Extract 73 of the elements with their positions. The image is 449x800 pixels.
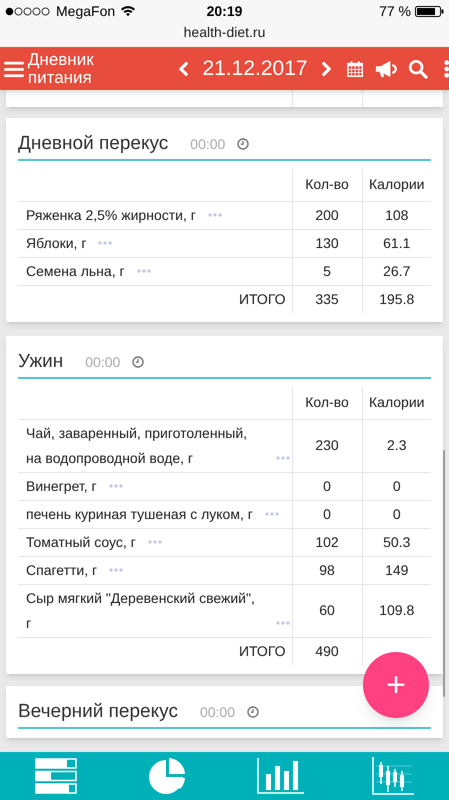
calendar-icon[interactable] bbox=[346, 60, 363, 78]
table-cell: 230 bbox=[292, 419, 362, 472]
table-cell: 195.8 bbox=[362, 285, 431, 313]
chevron-left-icon[interactable] bbox=[179, 60, 188, 76]
bar-list-icon[interactable] bbox=[35, 758, 78, 794]
more-icon[interactable] bbox=[276, 620, 290, 624]
table-cell: 130 bbox=[292, 229, 362, 257]
column-header: Кол-во bbox=[292, 387, 362, 419]
table-cell: 26.7 bbox=[362, 257, 431, 285]
meal-title: Ужин bbox=[18, 350, 64, 374]
signal-icon bbox=[5, 6, 51, 16]
chevron-right-icon[interactable] bbox=[322, 60, 331, 76]
battery-percent: 77 % bbox=[379, 2, 411, 20]
meal-time[interactable]: 00:00 bbox=[190, 134, 226, 154]
table-cell: 102 bbox=[292, 528, 362, 556]
table-cell: 0 bbox=[292, 500, 362, 528]
meal-title: Вечерний перекус bbox=[18, 700, 178, 724]
date-label[interactable]: 21.12.2017 bbox=[202, 52, 308, 84]
food-name: печень куриная тушеная с луком, г bbox=[26, 504, 253, 524]
more-icon[interactable] bbox=[136, 268, 151, 272]
column-header: Кол-во bbox=[292, 169, 362, 201]
meal-time[interactable]: 00:00 bbox=[200, 702, 235, 722]
table-cell: 490 bbox=[292, 637, 362, 665]
clock-icon[interactable] bbox=[237, 138, 250, 150]
column-header: Калории bbox=[362, 169, 431, 201]
more-icon[interactable] bbox=[148, 540, 162, 544]
meal-title: Дневной перекус bbox=[18, 132, 168, 156]
more-icon[interactable] bbox=[208, 212, 222, 216]
more-icon[interactable] bbox=[98, 240, 112, 244]
menu-icon[interactable] bbox=[4, 60, 24, 78]
table-cell: 200 bbox=[292, 201, 362, 229]
url-text[interactable]: health-diet.ru bbox=[184, 22, 266, 43]
table-cell: 98 bbox=[292, 556, 362, 584]
bar-chart-icon[interactable] bbox=[256, 758, 305, 794]
battery-icon bbox=[415, 6, 444, 16]
page-title: Дневник питания bbox=[28, 50, 95, 86]
megaphone-icon[interactable] bbox=[374, 58, 397, 78]
food-name: Яблоки, г bbox=[26, 234, 86, 252]
more-icon[interactable] bbox=[109, 568, 124, 572]
clock-icon[interactable] bbox=[247, 706, 259, 718]
meal-time[interactable]: 00:00 bbox=[85, 352, 120, 372]
total-label: ИТОГО bbox=[238, 290, 286, 307]
carrier-name: MegaFon bbox=[56, 2, 116, 21]
more-icon[interactable] bbox=[276, 456, 290, 460]
food-name: Семена льна, г bbox=[26, 262, 125, 280]
food-name: Ряженка 2,5% жирности, г bbox=[26, 206, 196, 225]
clock-icon[interactable] bbox=[132, 356, 144, 368]
table-cell: 149 bbox=[362, 556, 431, 584]
food-name: Сыр мягкий "Деревенский свежий", г bbox=[26, 588, 256, 632]
food-name: Спагетти, г bbox=[26, 560, 98, 580]
more-vertical-icon[interactable] bbox=[444, 58, 449, 78]
more-icon[interactable] bbox=[264, 512, 279, 516]
column-header: Калории bbox=[362, 387, 431, 419]
table-cell: 108 bbox=[362, 201, 431, 229]
table-cell: 335 bbox=[292, 285, 362, 313]
table-cell: 2.3 bbox=[362, 419, 431, 472]
food-name: Чай, заваренный, приготоленный, на водопроводной воде, г bbox=[26, 424, 248, 468]
table-cell: 60 bbox=[292, 584, 362, 637]
table-cell: 50.3 bbox=[362, 528, 431, 556]
total-label: ИТОГО bbox=[238, 642, 286, 659]
table-cell: 0 bbox=[292, 472, 362, 500]
clock-time: 20:19 bbox=[206, 2, 242, 20]
wifi-icon bbox=[120, 5, 136, 17]
food-name: Винегрет, г bbox=[26, 476, 97, 496]
more-icon[interactable] bbox=[108, 484, 123, 488]
table-cell: 61.1 bbox=[362, 229, 431, 257]
search-icon[interactable] bbox=[408, 58, 428, 80]
table-cell: 0 bbox=[362, 472, 431, 500]
table-cell: 0 bbox=[362, 500, 431, 528]
table-cell: 109.8 bbox=[362, 584, 431, 637]
candlestick-chart-icon[interactable] bbox=[372, 757, 414, 795]
table-cell: 5 bbox=[292, 257, 362, 285]
food-name: Томатный соус, г bbox=[26, 532, 136, 552]
